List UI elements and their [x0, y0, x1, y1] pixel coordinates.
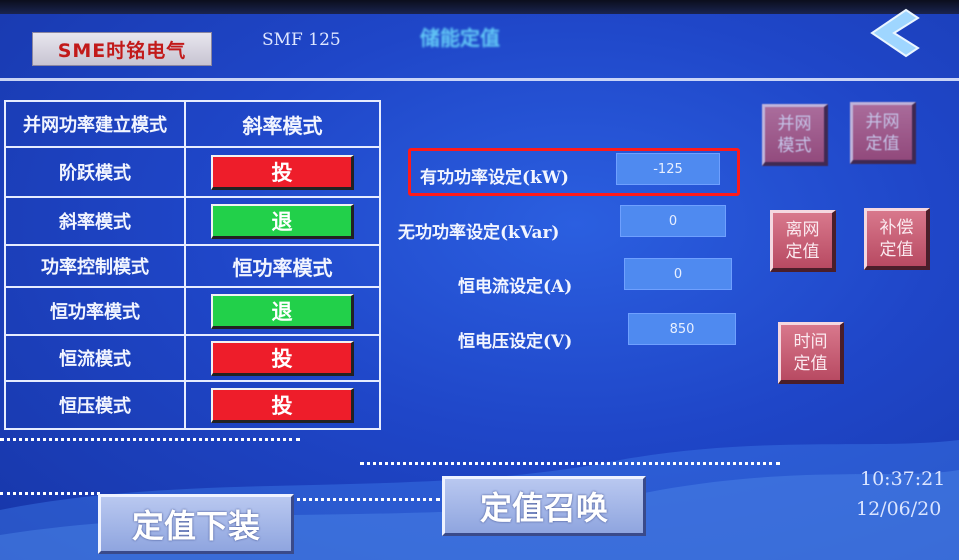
bezel: [0, 0, 959, 14]
mode-row-value: 斜率模式: [242, 113, 323, 138]
mode-row-label: 恒压模式: [6, 382, 186, 428]
mode-row: 并网功率建立模式 斜率模式: [6, 102, 379, 148]
header-divider: [0, 78, 959, 81]
download-settings-button[interactable]: 定值下装: [98, 494, 294, 554]
constant-voltage-toggle[interactable]: 投: [211, 387, 354, 423]
page-title: 储能定值: [420, 26, 500, 50]
mode-row-label: 并网功率建立模式: [6, 102, 186, 146]
button-label-line: 模式: [777, 135, 812, 156]
reactive-power-label: 无功功率设定(kVar): [398, 223, 560, 243]
off-grid-settings-button[interactable]: 离网 定值: [770, 210, 836, 272]
constant-voltage-label: 恒电压设定(V): [458, 332, 573, 352]
back-button[interactable]: [866, 8, 926, 58]
chevron-left-icon: [870, 8, 920, 58]
mode-row: 恒流模式 投: [6, 336, 379, 382]
active-power-field[interactable]: -125: [616, 153, 720, 185]
mode-row: 恒功率模式 退: [6, 288, 379, 336]
clock-date: 12/06/20: [856, 498, 942, 520]
button-label-line: 补偿: [879, 217, 914, 238]
mode-row: 恒压模式 投: [6, 382, 379, 428]
constant-current-field[interactable]: 0: [624, 258, 732, 290]
button-label-line: 定值: [785, 241, 820, 262]
mode-row-value: 恒功率模式: [232, 255, 333, 280]
mode-row: 斜率模式 退: [6, 198, 379, 246]
button-label-line: 并网: [777, 113, 812, 134]
hmi-screen: SME时铭电气 SMF 125 储能定值 并网功率建立模式 斜率模式 阶跃模式 …: [0, 0, 959, 560]
mode-row-label: 阶跃模式: [6, 148, 186, 196]
button-label-line: 时间: [793, 331, 828, 352]
dotted-divider: [0, 492, 100, 495]
clock-time: 10:37:21: [860, 468, 946, 490]
constant-power-toggle[interactable]: 退: [211, 293, 354, 329]
mode-row-label: 功率控制模式: [6, 246, 186, 286]
dotted-divider: [0, 438, 300, 441]
dotted-divider: [290, 498, 440, 501]
compensation-settings-button[interactable]: 补偿 定值: [864, 208, 930, 270]
mode-row-label: 斜率模式: [6, 198, 186, 244]
step-mode-toggle[interactable]: 投: [211, 154, 354, 190]
slope-mode-toggle[interactable]: 退: [211, 203, 354, 239]
reactive-power-field[interactable]: 0: [620, 205, 726, 237]
button-label-line: 定值: [879, 239, 914, 260]
mode-row-label: 恒功率模式: [6, 288, 186, 334]
mode-row: 功率控制模式 恒功率模式: [6, 246, 379, 288]
dotted-divider: [360, 462, 780, 465]
brand-logo: SME时铭电气: [32, 32, 212, 66]
recall-settings-button[interactable]: 定值召唤: [442, 476, 646, 536]
button-label-line: 定值: [865, 133, 900, 154]
mode-table: 并网功率建立模式 斜率模式 阶跃模式 投 斜率模式 退 功率控制模式 恒功率模式…: [4, 100, 381, 430]
mode-row-label: 恒流模式: [6, 336, 186, 380]
constant-current-label: 恒电流设定(A): [458, 277, 573, 297]
grid-mode-button[interactable]: 并网 模式: [762, 104, 828, 166]
active-power-label: 有功功率设定(kW): [420, 168, 569, 188]
button-label-line: 并网: [865, 111, 900, 132]
model-label: SMF 125: [262, 30, 341, 50]
button-label-line: 离网: [785, 219, 820, 240]
constant-current-toggle[interactable]: 投: [211, 340, 354, 376]
grid-settings-button[interactable]: 并网 定值: [850, 102, 916, 164]
time-settings-button[interactable]: 时间 定值: [778, 322, 844, 384]
mode-row: 阶跃模式 投: [6, 148, 379, 198]
constant-voltage-field[interactable]: 850: [628, 313, 736, 345]
button-label-line: 定值: [793, 353, 828, 374]
